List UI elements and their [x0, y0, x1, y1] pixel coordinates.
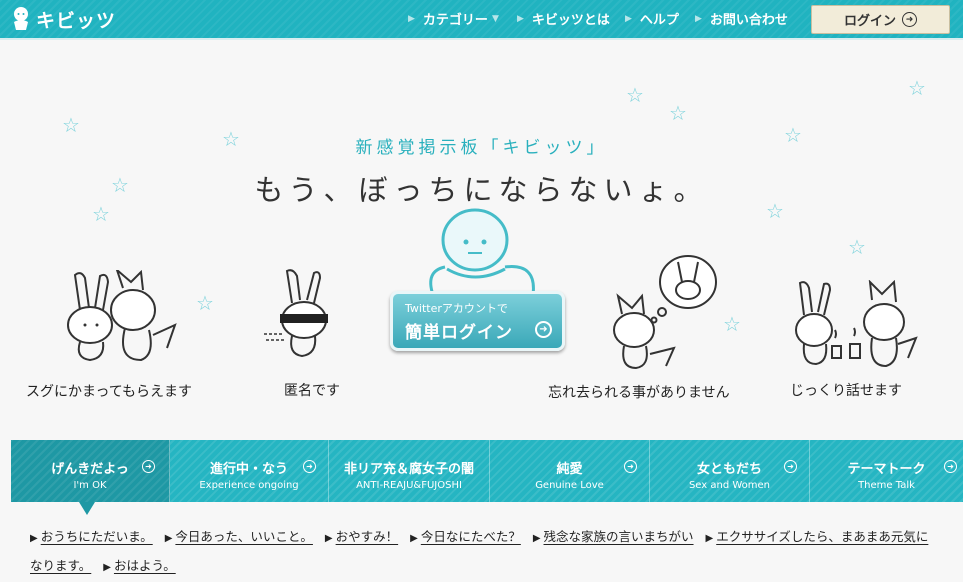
nav-about[interactable]: ▶ キビッツとは	[517, 9, 610, 28]
circle-arrow-right-icon: ➜	[624, 460, 637, 473]
triangle-right-icon: ▶	[103, 562, 111, 573]
feature-caption-1: スグにかまってもらえます	[26, 384, 193, 400]
thread-link[interactable]: ▶ おはよう。	[103, 558, 175, 573]
hero-headline: もう、ぼっちにならないょ。	[254, 173, 709, 207]
circle-arrow-right-icon: ➜	[535, 321, 552, 338]
active-tab-pointer	[79, 502, 95, 515]
tab-label: 非リア充＆腐女子の闇	[343, 462, 474, 477]
feature-caption-2: 匿名です	[284, 383, 340, 399]
nav-categories[interactable]: ▶ カテゴリー ▼	[408, 9, 499, 28]
thread-list: ▶ おうちにただいま。 ▶ 今日あった、いいこと。 ▶ おやすみ！ ▶ 今日なにたべた？…	[30, 523, 940, 581]
triangle-right-icon: ▶	[705, 533, 714, 544]
tab-theme-talk[interactable]: テーマトーク ➜ Theme Talk	[810, 440, 963, 502]
circle-arrow-right-icon: ➜	[784, 460, 797, 473]
thread-link[interactable]: ▶ おうちにただいま。	[30, 529, 153, 544]
twitter-login-line2: 簡単ログイン	[405, 323, 513, 343]
thread-link[interactable]: ▶ 残念な家族の言いまちがい	[533, 529, 694, 544]
circle-arrow-right-icon: ➜	[944, 460, 957, 473]
nav-bullet-icon: ▶	[517, 13, 524, 24]
nav-label: ヘルプ	[639, 13, 679, 28]
login-label: ログイン	[843, 14, 896, 29]
anonymous-rabbit-illustration	[264, 269, 328, 358]
star-icon: ☆	[669, 101, 687, 125]
rabbit-wolf-illustration	[67, 270, 177, 362]
feature-caption-3: 忘れ去られる事がありません	[548, 385, 730, 401]
category-tabs: げんきだよっ ➜ I'm OK 進行中・なう ➜ Experience ongo…	[11, 440, 963, 502]
tab-sublabel: Theme Talk	[858, 480, 915, 491]
star-icon: ☆	[62, 113, 80, 137]
nav-bullet-icon: ▶	[408, 13, 415, 24]
tab-sublabel: ANTI-REAJU&FUJOSHI	[356, 480, 462, 491]
nav-bullet-icon: ▶	[625, 13, 632, 24]
tab-genuine-love[interactable]: 純愛 ➜ Genuine Love	[490, 440, 650, 502]
tab-sex-and-women[interactable]: 女ともだち ➜ Sex and Women	[650, 440, 810, 502]
twitter-login-button[interactable]: Twitterアカウントで 簡単ログイン ➜	[390, 291, 565, 351]
star-icon: ☆	[196, 291, 214, 315]
tab-sublabel: Experience ongoing	[199, 480, 299, 491]
site-logo[interactable]: キビッツ	[10, 4, 116, 34]
tab-label: テーマトーク	[847, 462, 926, 477]
mascot-icon	[14, 7, 28, 30]
triangle-right-icon: ▶	[164, 533, 173, 544]
star-icon: ☆	[848, 235, 866, 259]
circle-arrow-right-icon: ➜	[902, 12, 917, 27]
triangle-right-icon: ▶	[30, 533, 38, 544]
nav-label: キビッツとは	[531, 13, 610, 28]
nav-contact[interactable]: ▶ お問い合わせ	[695, 9, 788, 28]
nav-help[interactable]: ▶ ヘルプ	[625, 9, 679, 28]
tab-sublabel: Sex and Women	[688, 480, 771, 491]
tab-sublabel: I'm OK	[73, 480, 107, 491]
twitter-login-line1: Twitterアカウントで	[405, 302, 508, 315]
nav-bullet-icon: ▶	[695, 13, 702, 24]
triangle-right-icon: ▶	[324, 533, 333, 544]
mascot-illustration	[429, 208, 535, 296]
triangle-right-icon: ▶	[532, 533, 541, 544]
feature-caption-4: じっくり話せます	[790, 383, 902, 399]
tab-sublabel: Genuine Love	[535, 480, 604, 491]
nav-label: お問い合わせ	[709, 13, 788, 28]
tab-anti-reaju-fujoshi[interactable]: 非リア充＆腐女子の闇 ANTI-REAJU&FUJOSHI	[329, 440, 490, 502]
top-header: キビッツ ▶ カテゴリー ▼ ▶ キビッツとは ▶ ヘルプ ▶ お問い合わせ ロ…	[0, 0, 963, 40]
hero-tagline: 新感覚掲示板「キビッツ」	[355, 138, 608, 158]
logo-text: キビッツ	[36, 9, 117, 32]
chevron-down-icon: ▼	[491, 13, 499, 24]
circle-arrow-right-icon: ➜	[142, 460, 155, 473]
star-icon: ☆	[626, 83, 644, 107]
star-icon: ☆	[908, 76, 926, 100]
circle-arrow-right-icon: ➜	[303, 460, 316, 473]
nav-label: カテゴリー	[422, 13, 488, 28]
thread-link[interactable]: ▶ おやすみ！	[325, 529, 398, 544]
thread-link[interactable]: ▶ 今日あった、いいこと。	[165, 529, 313, 544]
tab-im-ok[interactable]: げんきだよっ ➜ I'm OK	[11, 440, 170, 502]
tab-experience-ongoing[interactable]: 進行中・なう ➜ Experience ongoing	[170, 440, 329, 502]
rabbit-wolf-tea-illustration	[795, 280, 918, 368]
wolf-thinking-illustration	[613, 255, 717, 370]
triangle-right-icon: ▶	[410, 533, 418, 544]
thread-link[interactable]: ▶ 今日なにたべた？	[410, 529, 521, 544]
login-button[interactable]: ログイン ➜	[811, 5, 950, 34]
